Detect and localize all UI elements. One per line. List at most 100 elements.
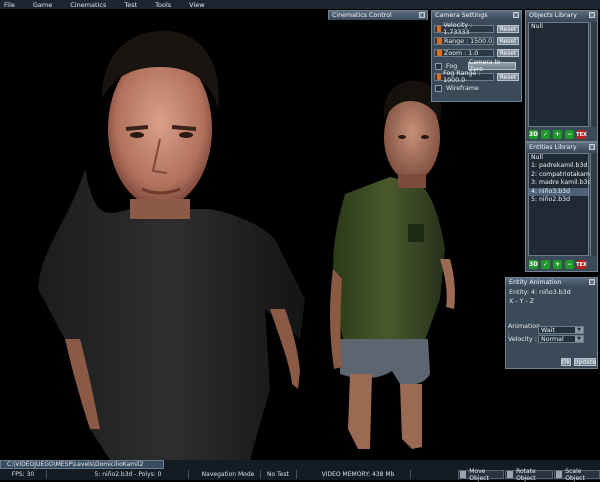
entity-animation-panel: Entity Animation × Entity: 4: niño3.b3d … — [505, 277, 598, 369]
cinematics-control-panel: Cinematics Control × — [328, 10, 428, 20]
selection-readout: 5: niño2.b3d - Polys: 0 — [68, 470, 189, 479]
close-icon[interactable]: × — [589, 279, 595, 286]
range-value: Range : 1500.0 — [444, 37, 493, 45]
panel-title-bar[interactable]: Objects Library × — [526, 11, 597, 20]
wireframe-checkbox[interactable] — [435, 85, 442, 92]
ok-button[interactable]: Ok — [561, 358, 571, 366]
zoom-value: Zoom : 1.0 — [444, 49, 479, 57]
list-item[interactable]: 1: padrekamil.b3d — [529, 162, 588, 170]
fog-range-value: Fog Range : 1000.0 — [443, 70, 481, 84]
entities-list[interactable]: Null 1: padrekamil.b3d 2: compatriotakam… — [528, 153, 592, 256]
fog-checkbox[interactable] — [435, 62, 442, 70]
close-icon[interactable]: × — [513, 12, 519, 19]
objects-toolbar: 3D ✓ + − TEX — [529, 130, 587, 139]
panel-title-bar[interactable]: Entity Animation × — [506, 278, 597, 287]
camera-settings-title: Camera Settings — [435, 12, 488, 19]
video-memory-readout: VIDEO MEMORY: 438 Mb — [306, 470, 411, 479]
check-icon[interactable]: ✓ — [541, 260, 550, 269]
texture-icon[interactable]: TEX — [576, 260, 587, 269]
panel-title-bar[interactable]: Entities Library × — [526, 143, 597, 152]
zoom-field[interactable]: Zoom : 1.0 — [434, 49, 494, 57]
close-icon[interactable]: × — [589, 12, 595, 19]
range-field[interactable]: Range : 1500.0 — [434, 37, 494, 45]
list-item[interactable]: Null — [529, 23, 588, 31]
objects-list[interactable]: Null — [528, 22, 589, 127]
fog-range-reset-button[interactable]: Reset — [497, 73, 519, 81]
objects-library-panel: Objects Library × Null 3D ✓ + − TEX — [525, 10, 598, 142]
move-object-label: Move Object — [469, 467, 489, 482]
mode-readout: Navegation Mode — [196, 470, 261, 479]
remove-icon[interactable]: − — [565, 130, 574, 139]
menu-bar: File Game Cinematics Test Tools View — [0, 0, 600, 9]
velocity-label: Velocity : — [508, 335, 537, 343]
close-icon[interactable]: × — [419, 12, 425, 19]
entity-coordinates: X - Y - Z — [509, 298, 535, 305]
animation-select[interactable]: Wait ▼ — [538, 326, 584, 334]
range-color-swatch — [437, 38, 442, 44]
move-object-button[interactable]: Move Object — [458, 467, 504, 482]
zoom-reset-button[interactable]: Reset — [497, 49, 519, 57]
rotate-object-label: Rotate Object — [516, 467, 536, 482]
menu-view[interactable]: View — [189, 1, 204, 9]
panel-title-bar[interactable]: Cinematics Control × — [329, 11, 427, 20]
cinematics-control-title: Cinematics Control — [332, 12, 392, 19]
list-item[interactable]: 2: compatriotakami — [529, 171, 592, 179]
menu-game[interactable]: Game — [33, 1, 52, 9]
chevron-down-icon[interactable]: ▼ — [575, 327, 583, 333]
camera-to-zero-button[interactable]: Camera to Zero — [468, 59, 516, 73]
close-icon[interactable]: × — [589, 144, 595, 151]
entity-name: Entity: 4: niño3.b3d — [509, 289, 571, 296]
add-icon[interactable]: + — [553, 260, 562, 269]
menu-file[interactable]: File — [4, 1, 15, 9]
fog-range-field[interactable]: Fog Range : 1000.0 — [434, 70, 494, 84]
list-item-selected[interactable]: 4: niño3.b3d — [529, 187, 588, 196]
objects-library-title: Objects Library — [529, 12, 577, 19]
character-right — [330, 80, 455, 449]
entities-scrollbar[interactable] — [590, 153, 597, 256]
menu-cinematics[interactable]: Cinematics — [70, 1, 106, 9]
velocity-value: Velocity : 1.73333 — [443, 22, 473, 36]
entities-toolbar: 3D ✓ + − TEX — [529, 260, 587, 269]
velocity-select[interactable]: Normal ▼ — [538, 335, 584, 343]
rotate-object-button[interactable]: Rotate Object — [505, 467, 553, 482]
entities-library-panel: Entities Library × Null 1: padrekamil.b3… — [525, 142, 598, 272]
wireframe-label: Wireframe — [446, 85, 479, 92]
fps-readout: FPS: 30 — [0, 470, 47, 479]
3d-icon[interactable]: 3D — [529, 260, 538, 269]
scale-object-label: Scale Object — [565, 467, 585, 482]
range-reset-button[interactable]: Reset — [497, 37, 519, 45]
level-path: C:\VIDEOJUEGO\MESP\Levels\DomicilioKamil… — [0, 460, 164, 469]
animation-selected-value: Wait — [541, 326, 555, 334]
list-item[interactable]: Null — [529, 154, 588, 162]
scale-object-button[interactable]: Scale Object — [554, 467, 600, 482]
entities-library-title: Entities Library — [529, 144, 577, 151]
entity-animation-title: Entity Animation — [509, 279, 562, 286]
character-left — [38, 30, 305, 460]
velocity-color-swatch — [437, 26, 442, 32]
texture-icon[interactable]: TEX — [576, 130, 587, 139]
objects-scrollbar[interactable] — [590, 22, 597, 127]
list-item[interactable]: 5: niño2.b3d — [529, 196, 588, 204]
remove-icon[interactable]: − — [565, 260, 574, 269]
menu-tools[interactable]: Tools — [155, 1, 171, 9]
velocity-reset-button[interactable]: Reset — [497, 25, 519, 33]
update-button[interactable]: Update — [574, 358, 596, 366]
fog-label: Fog — [446, 62, 458, 70]
test-readout: No Test — [260, 470, 297, 479]
check-icon[interactable]: ✓ — [541, 130, 550, 139]
velocity-field[interactable]: Velocity : 1.73333 — [434, 22, 494, 36]
fog-range-color-swatch — [437, 74, 442, 80]
status-bar: C:\VIDEOJUEGO\MESP\Levels\DomicilioKamil… — [0, 460, 600, 482]
list-item[interactable]: 3: madre kamil.b3d — [529, 179, 591, 187]
zoom-color-swatch — [437, 50, 442, 56]
scale-icon — [556, 471, 563, 478]
camera-settings-panel: Camera Settings × Velocity : 1.73333 Res… — [431, 10, 522, 102]
panel-title-bar[interactable]: Camera Settings × — [432, 11, 521, 20]
3d-icon[interactable]: 3D — [529, 130, 538, 139]
move-icon — [460, 471, 467, 478]
velocity-selected-value: Normal — [541, 335, 564, 343]
chevron-down-icon[interactable]: ▼ — [575, 336, 583, 342]
rotate-icon — [507, 471, 514, 478]
menu-test[interactable]: Test — [124, 1, 137, 9]
add-icon[interactable]: + — [553, 130, 562, 139]
